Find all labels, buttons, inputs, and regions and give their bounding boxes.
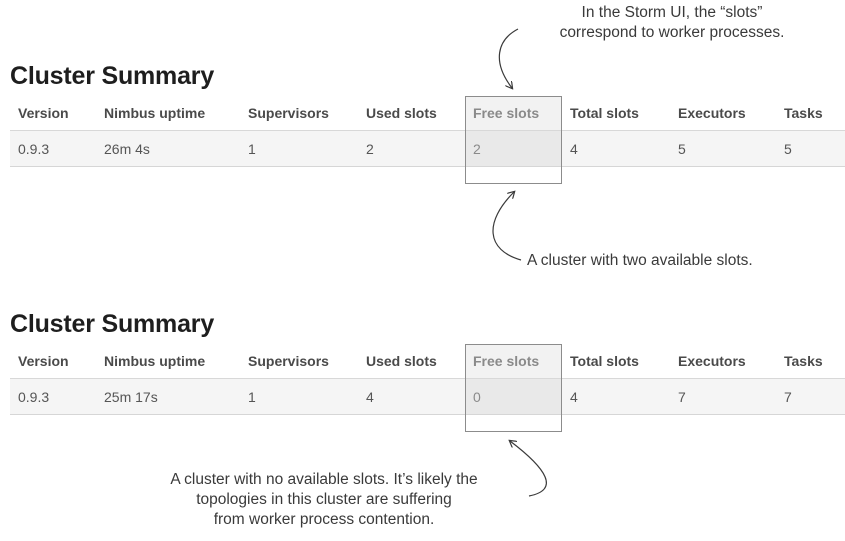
- column-header-version[interactable]: Version: [10, 96, 96, 131]
- annotation-two-free-slots: A cluster with two available slots.: [527, 252, 753, 269]
- annotation-no-free-slots: A cluster with no available slots. It’s …: [118, 470, 530, 530]
- column-header-supervisors[interactable]: Supervisors: [240, 344, 358, 379]
- cell-nimbus-uptime: 26m 4s: [96, 130, 240, 167]
- cell-executors: 7: [670, 378, 776, 415]
- annotation-line: In the Storm UI, the “slots”: [581, 4, 763, 21]
- annotation-slots-explanation: In the Storm UI, the “slots” correspond …: [506, 3, 838, 43]
- annotation-line: from worker process contention.: [213, 511, 435, 528]
- cell-executors: 5: [670, 130, 776, 167]
- table-row: 0.9.3 25m 17s 1 4 0 4 7 7: [10, 378, 845, 415]
- column-header-tasks[interactable]: Tasks: [776, 344, 845, 379]
- column-header-nimbus-uptime[interactable]: Nimbus uptime: [96, 96, 240, 131]
- cluster-summary-panel: Cluster Summary Version Nimbus uptime Su…: [10, 61, 845, 167]
- column-header-tasks[interactable]: Tasks: [776, 96, 845, 131]
- cluster-summary-table: Version Nimbus uptime Supervisors Used s…: [10, 96, 845, 167]
- column-header-free-slots[interactable]: Free slots: [465, 344, 562, 379]
- column-header-version[interactable]: Version: [10, 344, 96, 379]
- cell-free-slots: 0: [465, 378, 562, 415]
- column-header-total-slots[interactable]: Total slots: [562, 96, 670, 131]
- cell-total-slots: 4: [562, 378, 670, 415]
- cluster-summary-title: Cluster Summary: [10, 310, 215, 338]
- table-header-row: Version Nimbus uptime Supervisors Used s…: [10, 344, 845, 379]
- cluster-summary-table: Version Nimbus uptime Supervisors Used s…: [10, 344, 845, 415]
- annotation-line: correspond to worker processes.: [559, 24, 785, 41]
- cluster-summary-title: Cluster Summary: [10, 62, 215, 90]
- cell-tasks: 5: [776, 130, 845, 167]
- table-header-row: Version Nimbus uptime Supervisors Used s…: [10, 96, 845, 131]
- column-header-executors[interactable]: Executors: [670, 96, 776, 131]
- cell-tasks: 7: [776, 378, 845, 415]
- column-header-free-slots[interactable]: Free slots: [465, 96, 562, 131]
- column-header-nimbus-uptime[interactable]: Nimbus uptime: [96, 344, 240, 379]
- callout-arrow-middle: [492, 192, 522, 261]
- cell-nimbus-uptime: 25m 17s: [96, 378, 240, 415]
- column-header-total-slots[interactable]: Total slots: [562, 344, 670, 379]
- cluster-summary-panel: Cluster Summary Version Nimbus uptime Su…: [10, 309, 845, 415]
- annotation-line: topologies in this cluster are suffering: [196, 491, 452, 508]
- column-header-supervisors[interactable]: Supervisors: [240, 96, 358, 131]
- cell-version: 0.9.3: [10, 130, 96, 167]
- cell-free-slots: 2: [465, 130, 562, 167]
- column-header-used-slots[interactable]: Used slots: [358, 96, 465, 131]
- column-header-used-slots[interactable]: Used slots: [358, 344, 465, 379]
- table-row: 0.9.3 26m 4s 1 2 2 4 5 5: [10, 130, 845, 167]
- cell-used-slots: 4: [358, 378, 465, 415]
- annotation-line: A cluster with no available slots. It’s …: [170, 471, 478, 488]
- column-header-executors[interactable]: Executors: [670, 344, 776, 379]
- cell-version: 0.9.3: [10, 378, 96, 415]
- cell-total-slots: 4: [562, 130, 670, 167]
- cell-supervisors: 1: [240, 378, 358, 415]
- cell-supervisors: 1: [240, 130, 358, 167]
- cell-used-slots: 2: [358, 130, 465, 167]
